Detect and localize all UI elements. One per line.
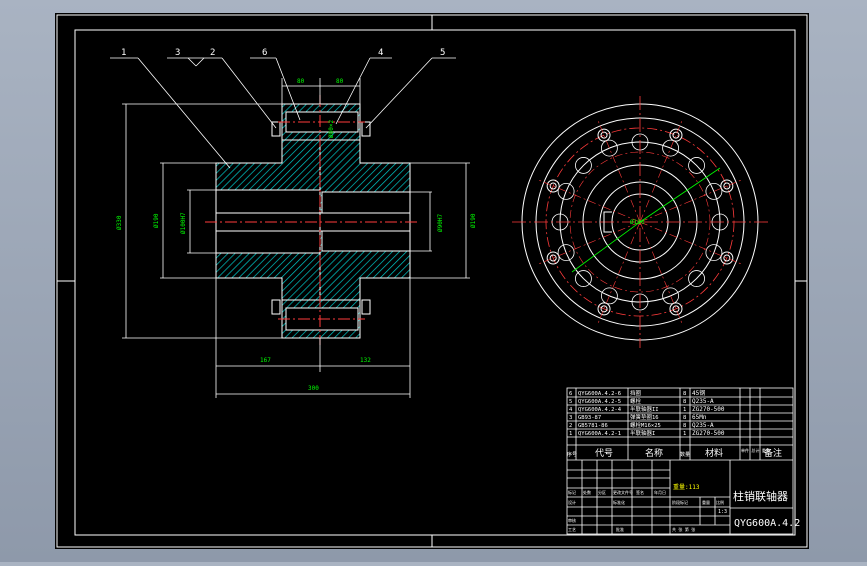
parts-cell-material: Q235-A (692, 422, 714, 429)
balloon-6: 6 (262, 48, 267, 58)
parts-cell-material: Q235-A (692, 398, 714, 405)
dim-hub-dia-right: Ø190 (470, 213, 477, 228)
parts-cell-code: GB93-87 (578, 415, 601, 421)
drawing-number: QYG600A.4.2 (734, 518, 800, 529)
parts-cell-code: GB5781-86 (578, 423, 608, 429)
tb-label-change-doc: 更改文件号 (613, 489, 633, 495)
parts-cell-name: 半联轴器II (630, 405, 659, 413)
parts-cell-name: 弹簧垫圈16 (630, 413, 659, 421)
dim-outer-dia: Ø330 (116, 215, 123, 230)
parts-cell-material: ZG270-500 (692, 430, 725, 437)
parts-cell-code: QYG600A.4.2-6 (578, 391, 621, 397)
tb-design: 设计 (568, 499, 576, 505)
dim-hub-dia-left: Ø190 (153, 213, 160, 228)
dim-bore-left: Ø100H7 (180, 212, 187, 234)
dim-length-right: 132 (360, 357, 371, 364)
dim-length-left: 167 (260, 357, 271, 364)
tb-check: 审核 (568, 517, 576, 523)
parts-cell-code: QYG600A.4.2-4 (578, 407, 622, 413)
parts-cell-no: 5 (569, 399, 572, 405)
parts-cell-name: 螺栓 (630, 397, 642, 405)
end-view-bore-label: Ø100 (630, 219, 645, 226)
drawing-title: 柱销联轴器 (733, 489, 788, 503)
dim-pin: Ø80×2 (328, 120, 335, 138)
parts-cell-qty: 1 (683, 407, 686, 413)
parts-cell-material: 45钢 (692, 389, 705, 397)
tb-standard: 标准化 (613, 499, 625, 505)
title-block-mass: 重量:113 (673, 483, 700, 491)
parts-cell-qty: 1 (683, 431, 686, 437)
balloon-2: 2 (210, 48, 215, 58)
balloon-1: 1 (121, 48, 126, 58)
parts-cell-qty: 8 (683, 423, 686, 429)
parts-header-code: 代号 (595, 448, 613, 459)
title-block-scale: 1:3 (718, 509, 727, 515)
parts-header-material: 材料 (705, 447, 723, 459)
title-block-scale-col: 比例 (716, 499, 724, 505)
parts-header-qty: 数量 (680, 451, 690, 458)
title-block-stage: 阶段标记 (672, 499, 688, 505)
balloon-3: 3 (175, 48, 180, 58)
parts-cell-name: 挡圈 (630, 389, 642, 397)
tb-label-mark: 标记 (568, 489, 576, 495)
parts-cell-name: 螺栓M16×25 (630, 421, 661, 429)
parts-header-remarks: 备注 (764, 447, 782, 459)
tb-label-date: 年月日 (654, 489, 666, 495)
title-block-weight-col: 重量 (702, 499, 710, 505)
parts-header-no: 序号 (567, 451, 577, 458)
balloon-5: 5 (440, 48, 445, 58)
parts-cell-qty: 8 (683, 415, 686, 421)
engineering-drawing: 1 3 2 6 4 5 80 80 Ø330 Ø190 Ø100H7 Ø90H7… (55, 13, 809, 549)
dim-top-left: 80 (297, 78, 305, 85)
tb-label-count: 处数 (583, 489, 591, 495)
parts-cell-qty: 8 (683, 399, 686, 405)
tb-label-signature: 签名 (636, 489, 644, 495)
dim-bore-right: Ø90H7 (437, 214, 444, 232)
tb-label-zone: 分区 (598, 489, 606, 495)
balloon-4: 4 (378, 48, 383, 58)
parts-cell-no: 3 (569, 415, 572, 421)
title-block-sheets: 共 张 第 张 (672, 526, 695, 532)
parts-header-name: 名称 (645, 447, 663, 459)
parts-cell-material: ZG270-500 (692, 406, 725, 413)
parts-cell-code: QYG600A.4.2-1 (578, 431, 621, 437)
parts-cell-no: 6 (569, 391, 572, 397)
parts-cell-no: 2 (569, 423, 572, 429)
parts-cell-qty: 8 (683, 391, 686, 397)
dim-overall-length: 300 (308, 385, 319, 392)
parts-cell-no: 1 (569, 431, 572, 437)
dim-top-right: 80 (336, 78, 344, 85)
cad-viewport[interactable]: 1 3 2 6 4 5 80 80 Ø330 Ø190 Ø100H7 Ø90H7… (0, 0, 867, 562)
parts-cell-name: 半联轴器I (630, 429, 655, 437)
tb-approve: 批准 (616, 526, 624, 532)
parts-cell-code: QYG600A.4.2-5 (578, 399, 621, 405)
tb-process: 工艺 (568, 527, 576, 532)
parts-cell-material: 65Mn (692, 414, 707, 421)
